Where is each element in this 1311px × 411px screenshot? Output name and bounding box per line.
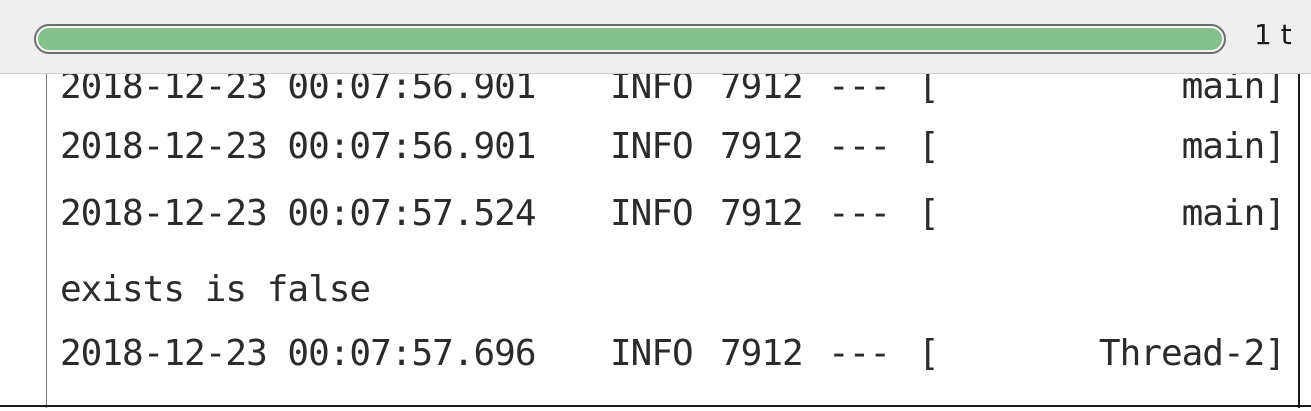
log-line: exists is false	[46, 269, 1286, 310]
log-timestamp: 2018-12-23 00:07:56.901	[60, 74, 536, 107]
log-thread: Thread-2]	[1098, 333, 1286, 374]
log-timestamp: 2018-12-23 00:07:56.901	[60, 126, 536, 167]
log-bracket: [	[918, 193, 940, 234]
log-pid: 7912	[720, 333, 804, 374]
progress-fill	[36, 26, 1224, 52]
log-level: INFO	[610, 193, 694, 234]
log-level: INFO	[610, 333, 694, 374]
log-timestamp: 2018-12-23 00:07:57.696	[60, 333, 536, 374]
log-message: exists is false	[60, 269, 371, 310]
console-output[interactable]: 2018-12-23 00:07:56.901 INFO 7912 --- [ …	[46, 74, 1311, 406]
log-thread: main]	[1181, 126, 1286, 167]
console-border-bottom	[0, 405, 1311, 407]
log-separator: ---	[828, 126, 891, 167]
log-thread: main]	[1181, 74, 1286, 107]
log-line: 2018-12-23 00:07:57.696 INFO 7912 --- [ …	[46, 333, 1286, 374]
log-pid: 7912	[720, 126, 804, 167]
log-pid: 7912	[720, 74, 804, 107]
progress-bar	[34, 24, 1226, 54]
log-bracket: [	[918, 333, 940, 374]
console-border-right	[1298, 74, 1300, 408]
log-separator: ---	[828, 193, 891, 234]
log-line: 2018-12-23 00:07:56.901 INFO 7912 --- [ …	[46, 74, 1286, 107]
log-line: 2018-12-23 00:07:56.901 INFO 7912 --- [ …	[46, 126, 1286, 167]
progress-toolbar: 1 t	[0, 0, 1311, 74]
log-thread: main]	[1181, 193, 1286, 234]
log-level: INFO	[610, 126, 694, 167]
log-separator: ---	[828, 333, 891, 374]
progress-text: 1 t	[1254, 18, 1292, 51]
log-bracket: [	[918, 126, 940, 167]
log-line: 2018-12-23 00:07:57.524 INFO 7912 --- [ …	[46, 193, 1286, 234]
log-separator: ---	[828, 74, 891, 107]
log-level: INFO	[610, 74, 694, 107]
console-border-left	[46, 74, 47, 408]
log-pid: 7912	[720, 193, 804, 234]
log-bracket: [	[918, 74, 940, 107]
window-frame: 1 t 2018-12-23 00:07:56.901 INFO 7912 --…	[0, 0, 1311, 411]
log-timestamp: 2018-12-23 00:07:57.524	[60, 193, 536, 234]
